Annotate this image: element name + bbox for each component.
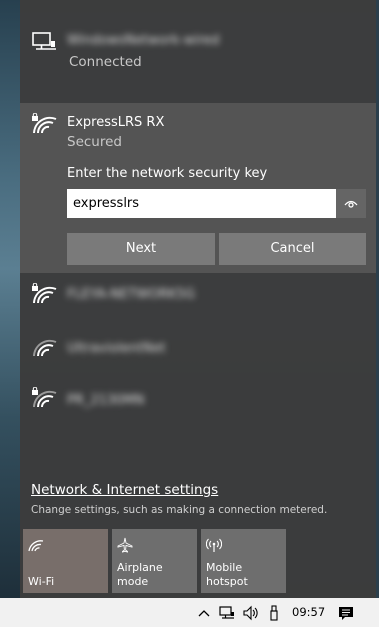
cancel-button[interactable]: Cancel [219,233,366,265]
taskbar: 09:57 [0,598,379,627]
reveal-password-button[interactable] [336,189,366,218]
next-button[interactable]: Next [67,233,215,265]
security-key-input[interactable]: expresslrs [67,189,336,218]
eye-icon [344,200,358,208]
tile-label: Wi-Fi [28,575,55,588]
quick-action-airplane-mode[interactable]: Airplane mode [112,529,197,593]
wifi-secured-icon [32,387,57,408]
chevron-up-icon[interactable] [196,605,212,621]
wifi-secured-icon [32,283,57,304]
quick-action-wifi[interactable]: Wi-Fi [23,529,108,593]
network-status: Connected [69,54,142,70]
network-wired-icon[interactable] [219,605,235,621]
network-flyout: WindowsNetwork-wired Connected ExpressLR… [20,0,376,598]
security-key-label: Enter the network security key [67,166,268,181]
wifi-icon [33,339,57,357]
network-item-connected[interactable]: WindowsNetwork-wired Connected [20,20,376,82]
volume-icon[interactable] [242,605,258,621]
network-name: ExpressLRS RX [67,115,165,130]
usb-drive-icon[interactable] [266,605,282,621]
wifi-secured-icon [32,113,57,134]
clock[interactable]: 09:57 [292,605,325,619]
hotspot-icon [206,538,222,552]
network-item[interactable]: PR_2130MN [20,385,376,435]
network-name: FLEYA-NETWORK5G [67,287,196,302]
network-item[interactable]: UltraviolentNet [20,334,376,384]
tile-label: Mobile hotspot [206,561,248,588]
network-status: Secured [67,134,122,150]
wifi-icon [28,540,44,552]
network-name: PR_2130MN [67,393,145,408]
tile-label: Airplane mode [117,561,163,588]
network-item[interactable]: FLEYA-NETWORK5G [20,281,376,331]
network-settings-link[interactable]: Network & Internet settings [31,482,218,498]
desktop-background [0,0,20,598]
network-settings-description: Change settings, such as making a connec… [31,504,328,516]
action-center-icon[interactable] [338,605,354,621]
network-name: WindowsNetwork-wired [67,33,220,48]
airplane-icon [117,537,133,553]
network-name: UltraviolentNet [67,341,166,356]
wired-monitor-icon [32,32,56,50]
quick-action-mobile-hotspot[interactable]: Mobile hotspot [201,529,286,593]
